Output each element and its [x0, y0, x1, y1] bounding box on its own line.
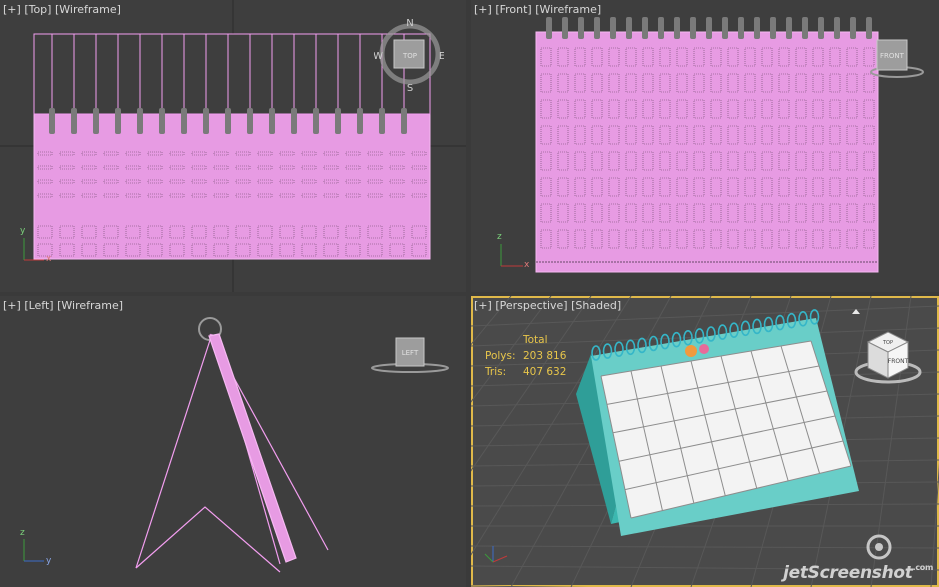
view-type-menu[interactable]: [Front]: [495, 3, 531, 16]
axis-label-front-z: z: [497, 232, 502, 242]
shading-mode-menu[interactable]: [Wireframe]: [535, 3, 601, 16]
compass-north-label: N: [406, 18, 413, 29]
viewport-menu-button[interactable]: [+]: [3, 299, 21, 312]
view-type-menu[interactable]: [Top]: [24, 3, 51, 16]
top-calendar-wireframe: [33, 33, 431, 260]
view-type-menu[interactable]: [Perspective]: [495, 299, 567, 312]
front-axis-gizmo: [500, 244, 523, 267]
front-calendar-wireframe: [535, 17, 879, 273]
viewcube-front-label: FRONT: [880, 52, 905, 60]
compass-east-label: E: [439, 51, 444, 62]
axis-label-left-y: y: [46, 556, 52, 566]
watermark-suffix: .com: [912, 563, 934, 572]
polys-value: 203 816: [523, 350, 567, 362]
shading-mode-menu[interactable]: [Shaded]: [571, 299, 621, 312]
left-axis-gizmo: [23, 539, 44, 562]
axis-label-top-x: x: [46, 254, 52, 264]
axis-label-front-x: x: [524, 260, 530, 270]
viewport-left[interactable]: [+] [Left] [Wireframe] LEFT: [0, 296, 466, 587]
viewport-top[interactable]: [+] [Top] [Wireframe] TOP N S E W: [0, 0, 466, 292]
home-icon[interactable]: [852, 309, 860, 314]
viewport-label-left: [+] [Left] [Wireframe]: [3, 299, 123, 312]
viewport-label-perspective: [+] [Perspective] [Shaded]: [474, 299, 621, 312]
viewcube-persp-front-label: FRONT: [888, 358, 909, 365]
calendar-model: [576, 309, 859, 536]
viewport-menu-button[interactable]: [+]: [474, 3, 492, 16]
viewcube-perspective[interactable]: FRONT TOP: [846, 308, 930, 392]
viewcube-left[interactable]: LEFT: [370, 336, 452, 376]
perspective-axis-gizmo: [484, 546, 508, 563]
compass-west-label: W: [374, 51, 383, 62]
stats-overlay: Total Polys: 203 816 Tris: 407 632: [485, 332, 583, 380]
shading-mode-menu[interactable]: [Wireframe]: [55, 3, 121, 16]
viewport-menu-button[interactable]: [+]: [474, 299, 492, 312]
left-calendar-wireframe: [135, 317, 329, 573]
viewcube-top-label: TOP: [402, 52, 417, 60]
stats-header: Total: [523, 334, 548, 346]
viewcube-left-label: LEFT: [402, 349, 419, 357]
shading-mode-menu[interactable]: [Wireframe]: [57, 299, 123, 312]
tris-label: Tris:: [485, 366, 507, 378]
view-type-menu[interactable]: [Left]: [24, 299, 53, 312]
camera-icon: [866, 534, 892, 560]
polys-label: Polys:: [485, 350, 516, 362]
axis-label-left-z: z: [20, 528, 25, 538]
watermark: jetScreenshot.com: [783, 563, 933, 583]
viewport-menu-button[interactable]: [+]: [3, 3, 21, 16]
viewcube-front[interactable]: FRONT: [867, 38, 927, 82]
viewport-label-top: [+] [Top] [Wireframe]: [3, 3, 121, 16]
watermark-text: jetScreenshot: [783, 563, 913, 583]
viewcube-persp-top-label: TOP: [882, 340, 893, 346]
viewport-perspective[interactable]: [+] [Perspective] [Shaded] Total Polys: 2…: [471, 296, 939, 587]
compass-south-label: S: [407, 83, 413, 94]
tris-value: 407 632: [523, 366, 567, 378]
viewport-label-front: [+] [Front] [Wireframe]: [474, 3, 601, 16]
viewport-front[interactable]: [+] [Front] [Wireframe] FRONT: [471, 0, 939, 292]
viewcube-compass[interactable]: TOP N S E W: [374, 14, 444, 94]
axis-label-top-y: y: [20, 226, 26, 236]
